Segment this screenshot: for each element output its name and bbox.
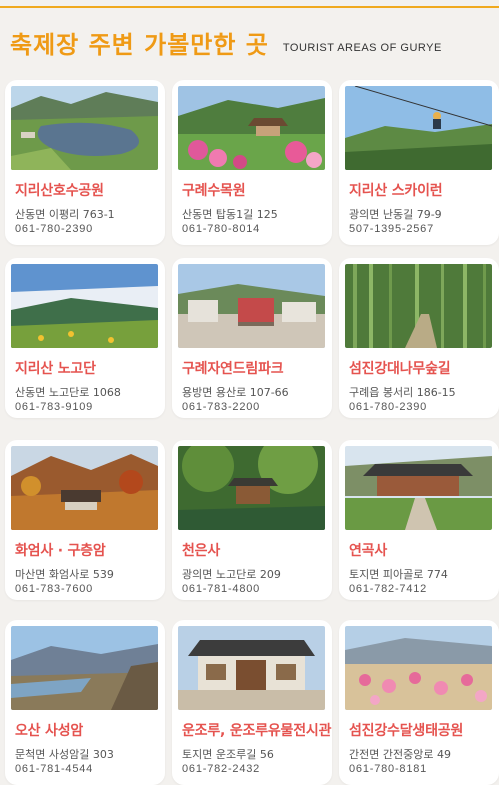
place-address: 광의면 노고단로 209 bbox=[182, 568, 281, 581]
page-subtitle: TOURIST AREAS OF GURYE bbox=[282, 42, 442, 54]
place-card[interactable]: 화엄사 · 구층암 마산면 화엄사로 539 061-783-7600 bbox=[5, 440, 165, 600]
place-photo-nogodan bbox=[11, 264, 158, 348]
place-address: 토지면 피아골로 774 bbox=[349, 568, 448, 581]
place-address: 광의면 난동길 79-9 bbox=[349, 208, 442, 221]
place-photo-yeongoksa bbox=[345, 446, 492, 530]
top-divider bbox=[0, 6, 499, 8]
place-phone: 061-783-7600 bbox=[15, 583, 94, 595]
place-photo-skyrun bbox=[345, 86, 492, 170]
place-card[interactable]: 섬진강대나무숲길 구례읍 봉서리 186-15 061-780-2390 bbox=[339, 258, 499, 418]
place-name: 지리산호수공원 bbox=[15, 183, 104, 199]
place-card[interactable]: 섬진강수달생태공원 간전면 간전중앙로 49 061-780-8181 bbox=[339, 620, 499, 785]
page-header: 축제장 주변 가볼만한 곳 TOURIST AREAS OF GURYE bbox=[10, 26, 442, 60]
place-photo-unjoru bbox=[178, 626, 325, 710]
place-name: 연곡사 bbox=[349, 543, 388, 559]
place-card[interactable]: 연곡사 토지면 피아골로 774 061-782-7412 bbox=[339, 440, 499, 600]
place-phone: 061-780-2390 bbox=[349, 401, 428, 413]
place-address: 구례읍 봉서리 186-15 bbox=[349, 386, 456, 399]
place-photo-dreampark bbox=[178, 264, 325, 348]
page-title: 축제장 주변 가볼만한 곳 bbox=[10, 31, 269, 59]
place-card[interactable]: 오산 사성암 문척면 사성암길 303 061-781-4544 bbox=[5, 620, 165, 785]
place-phone: 061-782-2432 bbox=[182, 763, 261, 775]
place-address: 토지면 운조루길 56 bbox=[182, 748, 274, 761]
place-phone: 061-782-7412 bbox=[349, 583, 428, 595]
place-address: 산동면 노고단로 1068 bbox=[15, 386, 121, 399]
place-card[interactable]: 구례자연드림파크 용방면 용산로 107-66 061-783-2200 bbox=[172, 258, 332, 418]
place-card[interactable]: 지리산 노고단 산동면 노고단로 1068 061-783-9109 bbox=[5, 258, 165, 418]
place-card[interactable]: 운조루, 운조루유물전시관 토지면 운조루길 56 061-782-2432 bbox=[172, 620, 332, 785]
place-phone: 061-783-2200 bbox=[182, 401, 261, 413]
place-photo-lake-park bbox=[11, 86, 158, 170]
place-card[interactable]: 지리산 스카이런 광의면 난동길 79-9 507-1395-2567 bbox=[339, 80, 499, 245]
place-phone: 061-781-4544 bbox=[15, 763, 94, 775]
place-phone: 507-1395-2567 bbox=[349, 223, 435, 235]
place-photo-arboretum bbox=[178, 86, 325, 170]
place-name: 천은사 bbox=[182, 543, 221, 559]
place-name: 오산 사성암 bbox=[15, 723, 84, 739]
place-card[interactable]: 천은사 광의면 노고단로 209 061-781-4800 bbox=[172, 440, 332, 600]
place-phone: 061-780-8014 bbox=[182, 223, 261, 235]
place-name: 섬진강대나무숲길 bbox=[349, 361, 451, 377]
place-phone: 061-780-8181 bbox=[349, 763, 428, 775]
place-photo-sasungam bbox=[11, 626, 158, 710]
place-name: 지리산 스카이런 bbox=[349, 183, 443, 199]
place-address: 산동면 이평리 763-1 bbox=[15, 208, 115, 221]
place-name: 화엄사 · 구층암 bbox=[15, 543, 106, 559]
place-name: 운조루, 운조루유물전시관 bbox=[182, 723, 332, 739]
place-address: 마산면 화엄사로 539 bbox=[15, 568, 114, 581]
place-card[interactable]: 지리산호수공원 산동면 이평리 763-1 061-780-2390 bbox=[5, 80, 165, 245]
place-photo-cheoneunsa bbox=[178, 446, 325, 530]
place-name: 구례수목원 bbox=[182, 183, 246, 199]
place-card[interactable]: 구례수목원 산동면 탑동1길 125 061-780-8014 bbox=[172, 80, 332, 245]
place-photo-hwaeomsa bbox=[11, 446, 158, 530]
place-photo-otter-park bbox=[345, 626, 492, 710]
place-address: 문척면 사성암길 303 bbox=[15, 748, 114, 761]
place-phone: 061-783-9109 bbox=[15, 401, 94, 413]
place-phone: 061-781-4800 bbox=[182, 583, 261, 595]
place-name: 지리산 노고단 bbox=[15, 361, 96, 377]
place-address: 산동면 탑동1길 125 bbox=[182, 208, 278, 221]
place-phone: 061-780-2390 bbox=[15, 223, 94, 235]
place-name: 섬진강수달생태공원 bbox=[349, 723, 464, 739]
place-address: 용방면 용산로 107-66 bbox=[182, 386, 289, 399]
place-address: 간전면 간전중앙로 49 bbox=[349, 748, 451, 761]
place-photo-bamboo bbox=[345, 264, 492, 348]
place-name: 구례자연드림파크 bbox=[182, 361, 284, 377]
